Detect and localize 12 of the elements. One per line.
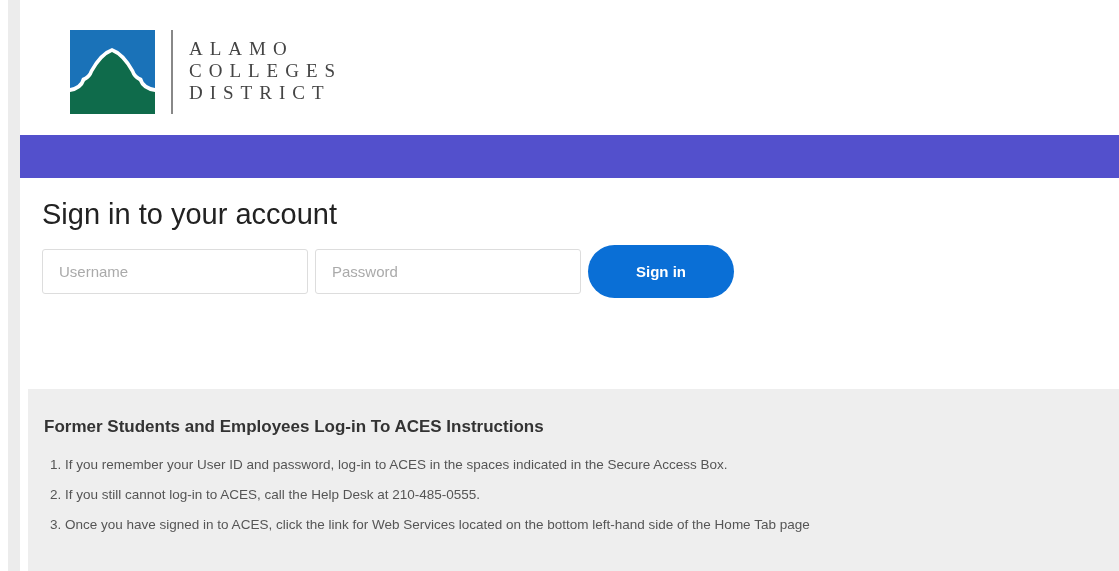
instructions-heading: Former Students and Employees Log-in To ACES Instructions — [44, 417, 545, 437]
instruction-text: 3. Once you have signed in to ACES, click the link for Web Services located on the bottom left-hand side of the Home Tab page — [50, 517, 810, 532]
logo-text: DISTRICT — [189, 82, 331, 104]
username-field[interactable]: Username — [42, 249, 308, 294]
page-title: Sign in to your account — [42, 198, 338, 231]
instruction-text: 1. If you remember your User ID and password, log-in to ACES in the spaces indicated in the Secure Access Box. — [50, 457, 728, 472]
logo-emblem-icon — [70, 30, 155, 114]
logo-text: COLLEGES — [189, 60, 343, 82]
password-field[interactable]: Password — [315, 249, 581, 294]
instruction-text: 2. If you still cannot log-in to ACES, call the Help Desk at 210-485-0555. — [50, 487, 480, 502]
logo-text: ALAMO — [189, 38, 294, 60]
sign-in-button[interactable]: Sign in — [588, 245, 734, 298]
